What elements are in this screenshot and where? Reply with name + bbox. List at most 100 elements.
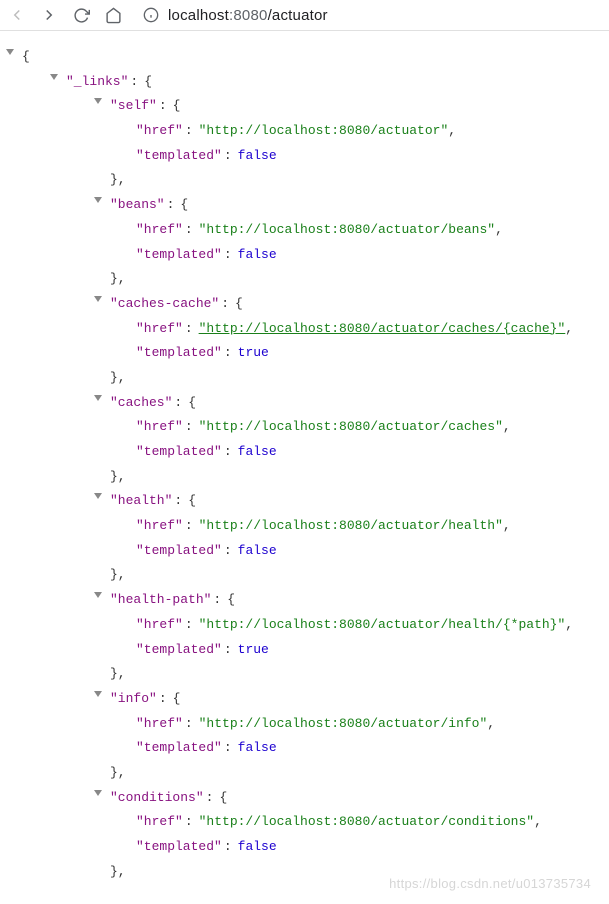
json-viewer: { "_links":{ "self":{"href":"http://loca…	[0, 31, 609, 904]
json-key: "href"	[136, 716, 183, 731]
links-children: "self":{"href":"http://localhost:8080/ac…	[66, 94, 605, 884]
json-key: "href"	[136, 518, 183, 533]
json-key: "templated"	[136, 740, 222, 755]
colon: :	[204, 790, 220, 805]
colon: :	[222, 444, 238, 459]
object-children: "href":"http://localhost:8080/actuator",…	[110, 119, 605, 168]
object-children: "href":"http://localhost:8080/actuator/c…	[110, 415, 605, 464]
root-children: "_links":{ "self":{"href":"http://localh…	[22, 70, 605, 885]
json-key: "templated"	[136, 444, 222, 459]
chevron-down-icon[interactable]	[94, 493, 102, 499]
brace-close: },	[110, 267, 605, 292]
json-key: "href"	[136, 123, 183, 138]
json-key: "health"	[110, 493, 172, 508]
brace-open: {	[180, 197, 188, 212]
templated-line: "templated":false	[136, 835, 605, 860]
templated-value: false	[238, 839, 277, 854]
brace-open: {	[227, 592, 235, 607]
colon: :	[211, 592, 227, 607]
object-children: "href":"http://localhost:8080/actuator/b…	[110, 218, 605, 267]
colon: :	[165, 197, 181, 212]
chevron-down-icon[interactable]	[94, 691, 102, 697]
json-key: "caches-cache"	[110, 296, 219, 311]
chevron-down-icon[interactable]	[94, 790, 102, 796]
back-icon[interactable]	[8, 6, 26, 24]
templated-line: "templated":true	[136, 341, 605, 366]
templated-value: false	[238, 444, 277, 459]
json-key: "info"	[110, 691, 157, 706]
url-port: :8080	[229, 7, 268, 24]
link-object: "health-path":{"href":"http://localhost:…	[92, 588, 605, 687]
href-line: "href":"http://localhost:8080/actuator/h…	[136, 514, 605, 539]
href-line: "href":"http://localhost:8080/actuator/b…	[136, 218, 605, 243]
address-bar[interactable]: localhost:8080/actuator	[142, 6, 328, 24]
json-root: { "_links":{ "self":{"href":"http://loca…	[4, 45, 605, 884]
link-object: "info":{"href":"http://localhost:8080/ac…	[92, 687, 605, 786]
colon: :	[157, 98, 173, 113]
json-key: "templated"	[136, 148, 222, 163]
colon: :	[172, 493, 188, 508]
templated-line: "templated":false	[136, 539, 605, 564]
colon: :	[183, 716, 199, 731]
colon: :	[183, 123, 199, 138]
templated-line: "templated":false	[136, 440, 605, 465]
json-key: "templated"	[136, 247, 222, 262]
colon: :	[157, 691, 173, 706]
json-key: "templated"	[136, 345, 222, 360]
colon: :	[183, 419, 199, 434]
comma: ,	[503, 419, 511, 434]
info-icon[interactable]	[142, 6, 160, 24]
comma: ,	[448, 123, 456, 138]
object-children: "href":"http://localhost:8080/actuator/c…	[110, 317, 605, 366]
templated-line: "templated":false	[136, 736, 605, 761]
colon: :	[219, 296, 235, 311]
colon: :	[222, 148, 238, 163]
chevron-down-icon[interactable]	[94, 592, 102, 598]
brace-open: {	[173, 691, 181, 706]
chevron-down-icon[interactable]	[94, 395, 102, 401]
templated-line: "templated":false	[136, 243, 605, 268]
comma: ,	[565, 617, 573, 632]
templated-value: false	[238, 543, 277, 558]
href-value: "http://localhost:8080/actuator/info"	[199, 716, 488, 731]
json-key: "templated"	[136, 839, 222, 854]
href-line: "href":"http://localhost:8080/actuator/c…	[136, 415, 605, 440]
chevron-down-icon[interactable]	[94, 98, 102, 104]
chevron-down-icon[interactable]	[94, 197, 102, 203]
href-line: "href":"http://localhost:8080/actuator/i…	[136, 712, 605, 737]
object-children: "href":"http://localhost:8080/actuator/c…	[110, 810, 605, 859]
colon: :	[222, 839, 238, 854]
brace-close: },	[110, 662, 605, 687]
href-value[interactable]: "http://localhost:8080/actuator/caches/{…	[199, 321, 566, 336]
brace-close: },	[110, 366, 605, 391]
href-value: "http://localhost:8080/actuator/health"	[199, 518, 503, 533]
comma: ,	[534, 814, 542, 829]
colon: :	[222, 642, 238, 657]
link-object: "caches-cache":{"href":"http://localhost…	[92, 292, 605, 391]
browser-toolbar: localhost:8080/actuator	[0, 0, 609, 31]
json-key: "href"	[136, 222, 183, 237]
href-line: "href":"http://localhost:8080/actuator",	[136, 119, 605, 144]
link-object: "conditions":{"href":"http://localhost:8…	[92, 786, 605, 885]
link-object: "self":{"href":"http://localhost:8080/ac…	[92, 94, 605, 193]
chevron-down-icon[interactable]	[94, 296, 102, 302]
object-children: "href":"http://localhost:8080/actuator/i…	[110, 712, 605, 761]
link-object: "health":{"href":"http://localhost:8080/…	[92, 489, 605, 588]
brace-close: },	[110, 168, 605, 193]
reload-icon[interactable]	[72, 6, 90, 24]
json-key: "self"	[110, 98, 157, 113]
json-key: "conditions"	[110, 790, 204, 805]
href-line: "href":"http://localhost:8080/actuator/c…	[136, 810, 605, 835]
chevron-down-icon[interactable]	[6, 49, 14, 55]
watermark: https://blog.csdn.net/u013735734	[389, 872, 591, 897]
forward-icon[interactable]	[40, 6, 58, 24]
json-key: "href"	[136, 321, 183, 336]
json-key: "href"	[136, 419, 183, 434]
chevron-down-icon[interactable]	[50, 74, 58, 80]
home-icon[interactable]	[104, 6, 122, 24]
templated-value: true	[238, 642, 269, 657]
json-key: "templated"	[136, 642, 222, 657]
colon: :	[128, 74, 144, 89]
brace-open: {	[219, 790, 227, 805]
colon: :	[183, 814, 199, 829]
